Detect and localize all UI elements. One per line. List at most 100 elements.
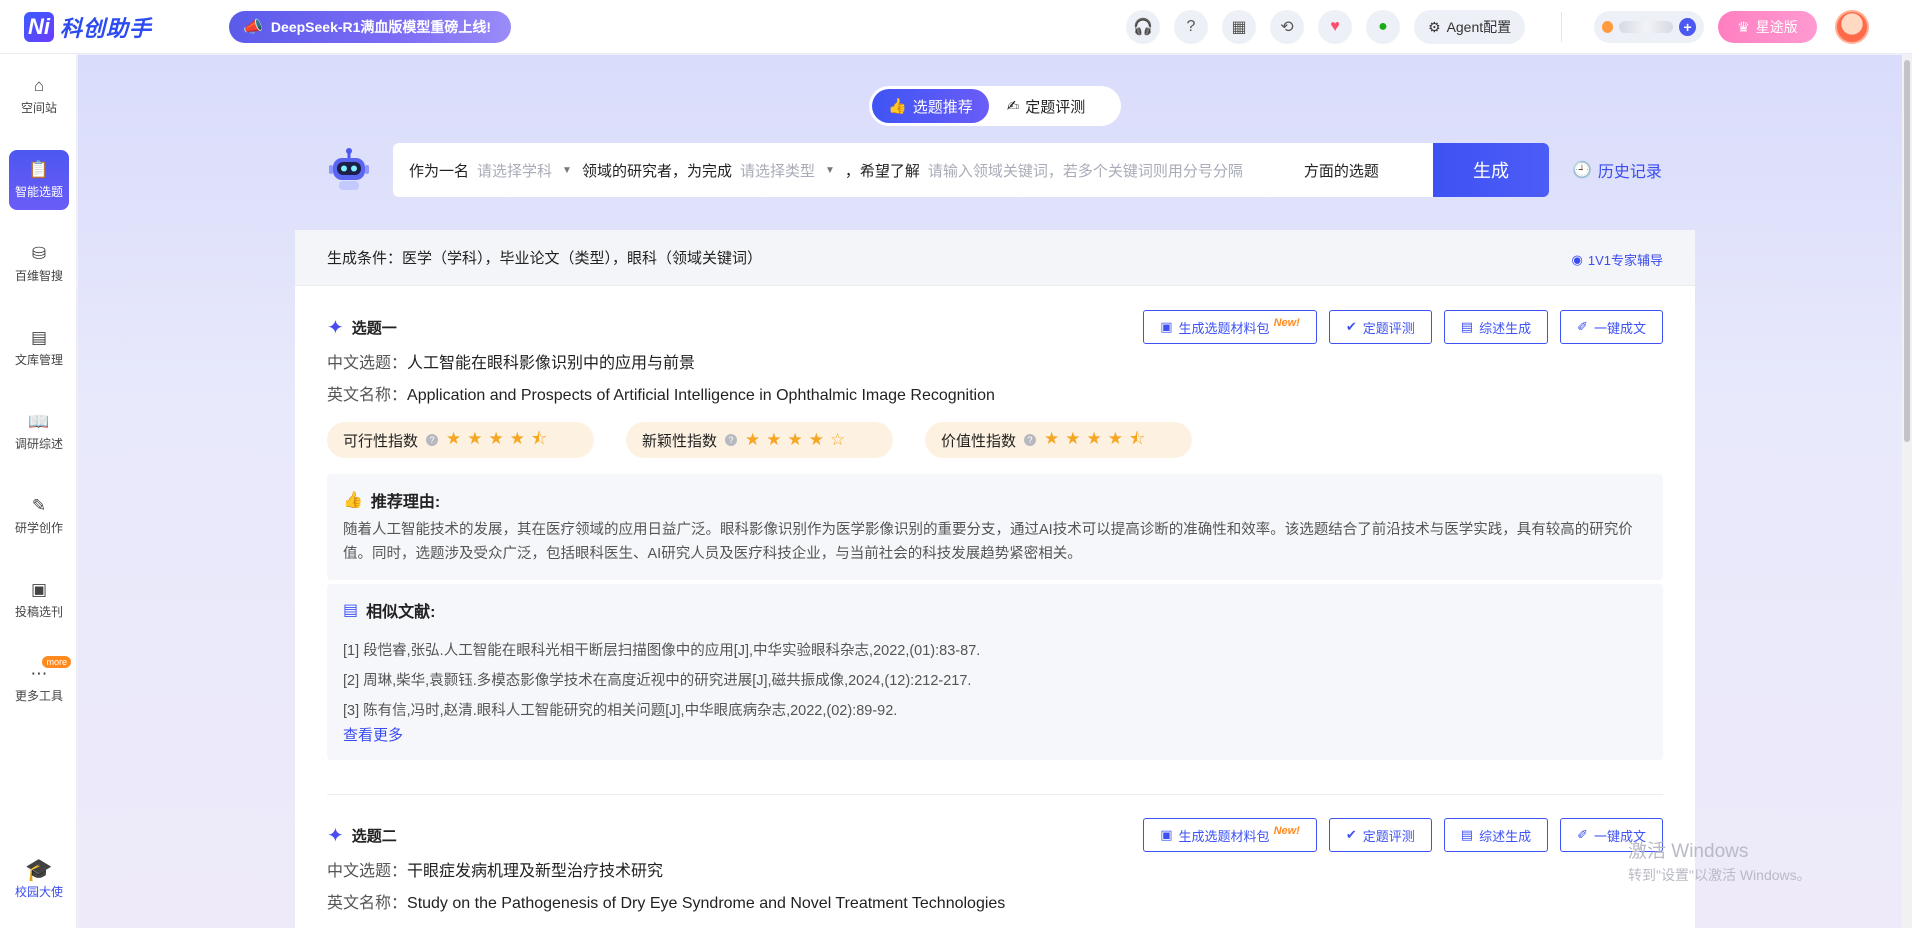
document-icon: ▤ bbox=[1460, 827, 1474, 842]
type-select[interactable]: 请选择类型 bbox=[740, 160, 815, 181]
conditions-text: 生成条件：医学（学科），毕业论文（类型），眼科（领域关键词） bbox=[327, 250, 763, 267]
evaluate-button[interactable]: ✔ 定题评测 bbox=[1328, 818, 1432, 852]
evaluate-button[interactable]: ✔ 定题评测 bbox=[1328, 310, 1432, 344]
chevron-down-icon[interactable]: ▼ bbox=[825, 165, 835, 176]
promo-banner[interactable]: 📣 DeepSeek-R1满血版模型重磅上线! bbox=[229, 10, 512, 43]
wechat-icon[interactable]: ● bbox=[1366, 10, 1400, 44]
novelty-score: 新颖性指数 ? ★★★★☆ bbox=[626, 422, 893, 458]
sidebar-item-label: 研学创作 bbox=[14, 520, 63, 535]
topic-title-text: 选题一 bbox=[351, 319, 397, 337]
logo-icon: Ni bbox=[24, 11, 54, 42]
sidebar-item-label: 调研综述 bbox=[14, 436, 63, 451]
scrollbar-thumb[interactable] bbox=[1904, 60, 1910, 442]
sidebar: ⌂ 空间站 📋 智能选题 ⛁ 百维智搜 ▤ 文库管理 📖 调研综述 ✎ 研学创作… bbox=[0, 54, 77, 928]
english-title: Application and Prospects of Artificial … bbox=[407, 387, 995, 404]
topic-actions: ▣ 生成选题材料包 New! ✔ 定题评测 ▤ 综述生成 ✐ 一键成文 bbox=[1143, 818, 1663, 852]
app-logo[interactable]: Ni 科创助手 bbox=[24, 11, 229, 43]
thumbs-up-icon: 👍 bbox=[888, 98, 907, 115]
agent-config-label: Agent配置 bbox=[1446, 19, 1512, 35]
recommend-reason: 👍 推荐理由: 随着人工智能技术的发展，其在医疗领域的应用日益广泛。眼科影像识别… bbox=[327, 474, 1663, 580]
gear-icon: ⚙ bbox=[1428, 18, 1441, 35]
points-balance[interactable]: + bbox=[1594, 11, 1704, 43]
check-badge-icon: ✔ bbox=[1345, 827, 1357, 842]
agent-config-button[interactable]: ⚙ Agent配置 bbox=[1414, 10, 1526, 44]
generate-button[interactable]: 生成 bbox=[1433, 143, 1549, 197]
subject-select[interactable]: 请选择学科 bbox=[477, 160, 552, 181]
magic-wand-icon: ✐ bbox=[1577, 319, 1588, 334]
button-label: 一键成文 bbox=[1593, 320, 1646, 336]
help-icon[interactable]: ? bbox=[1024, 434, 1037, 446]
journal-icon: ▣ bbox=[30, 579, 48, 599]
help-icon[interactable]: ? bbox=[725, 434, 738, 446]
package-icon: ▣ bbox=[1160, 827, 1173, 842]
check-badge-icon: ✔ bbox=[1345, 319, 1357, 334]
english-title-row: 英文名称：Application and Prospects of Artifi… bbox=[327, 384, 1663, 408]
avatar[interactable] bbox=[1835, 10, 1869, 44]
review-generate-button[interactable]: ▤ 综述生成 bbox=[1443, 310, 1549, 344]
calendar-icon[interactable]: ▦ bbox=[1222, 10, 1256, 44]
mode-tabs: 👍 选题推荐 ✍ 定题评测 bbox=[869, 86, 1121, 126]
list-item[interactable]: [3] 陈有信,冯时,赵清.眼科人工智能研究的相关问题[J],中华眼底病杂志,2… bbox=[343, 696, 1647, 726]
review-generate-button[interactable]: ▤ 综述生成 bbox=[1443, 818, 1549, 852]
history-icon[interactable]: ⟲ bbox=[1270, 10, 1304, 44]
keyword-input[interactable]: 请输入领域关键词，若多个关键词则用分号分隔 bbox=[928, 160, 1298, 181]
tab-topic-evaluate[interactable]: ✍ 定题评测 bbox=[991, 89, 1102, 123]
topic-card: ✦ 选题一 ▣ 生成选题材料包 New! ✔ 定题评测 ▤ 综述生成 ✐ 一键成… bbox=[327, 310, 1663, 760]
help-icon[interactable]: ? bbox=[1174, 10, 1208, 44]
sidebar-item-campus-ambassador[interactable]: 🎓 校园大使 bbox=[9, 850, 69, 910]
topic-actions: ▣ 生成选题材料包 New! ✔ 定题评测 ▤ 综述生成 ✐ 一键成文 bbox=[1143, 310, 1663, 344]
clipboard-icon: 📋 bbox=[28, 159, 50, 179]
new-badge: New! bbox=[1273, 317, 1300, 329]
sidebar-item-journal[interactable]: ▣ 投稿选刊 bbox=[9, 570, 69, 630]
help-icon[interactable]: ? bbox=[426, 434, 439, 446]
top-toolbar: 🎧 ? ▦ ⟲ ♥ ● ⚙ Agent配置 bbox=[1126, 10, 1526, 44]
topic-divider bbox=[327, 794, 1663, 795]
more-badge: more bbox=[42, 656, 71, 668]
headset-icon[interactable]: 🎧 bbox=[1126, 10, 1160, 44]
expert-tutoring-link[interactable]: ◉ 1V1专家辅导 bbox=[1572, 250, 1663, 269]
topic-card: ✦ 选题二 ▣ 生成选题材料包 New! ✔ 定题评测 ▤ 综述生成 ✐ 一键成… bbox=[327, 818, 1663, 916]
prompt-text-1: 作为一名 bbox=[409, 162, 470, 180]
sidebar-item-more-tools[interactable]: more ⋯ 更多工具 bbox=[9, 654, 71, 714]
button-label: 定题评测 bbox=[1362, 320, 1415, 336]
sidebar-item-smart-topic[interactable]: 📋 智能选题 bbox=[9, 150, 69, 210]
sidebar-item-space-station[interactable]: ⌂ 空间站 bbox=[9, 66, 69, 126]
sidebar-item-search[interactable]: ⛁ 百维智搜 bbox=[9, 234, 69, 294]
score-label: 新颖性指数 bbox=[642, 432, 718, 450]
one-click-write-button[interactable]: ✐ 一键成文 bbox=[1560, 310, 1663, 344]
generate-material-button[interactable]: ▣ 生成选题材料包 New! bbox=[1143, 818, 1317, 852]
promo-text: DeepSeek-R1满血版模型重磅上线! bbox=[270, 18, 492, 35]
package-icon: ▣ bbox=[1160, 319, 1173, 334]
sidebar-item-survey[interactable]: 📖 调研综述 bbox=[9, 402, 69, 462]
windows-activation-watermark: 激活 Windows 转到"设置"以激活 Windows。 bbox=[1628, 836, 1811, 885]
sidebar-item-label: 百维智搜 bbox=[14, 268, 63, 283]
list-item[interactable]: [2] 周琳,柴华,袁颢钰.多模态影像学技术在高度近视中的研究进展[J],磁共振… bbox=[343, 666, 1647, 696]
list-item[interactable]: [1] 段恺睿,张弘.人工智能在眼科光相干断层扫描图像中的应用[J],中华实验眼… bbox=[343, 636, 1647, 666]
sidebar-item-writing[interactable]: ✎ 研学创作 bbox=[9, 486, 69, 546]
add-points-icon[interactable]: + bbox=[1679, 18, 1696, 36]
refs-list: [1] 段恺睿,张弘.人工智能在眼科光相干断层扫描图像中的应用[J],中华实验眼… bbox=[343, 636, 1647, 726]
sidebar-item-library[interactable]: ▤ 文库管理 bbox=[9, 318, 69, 378]
chinese-title-row: 中文选题：干眼症发病机理及新型治疗技术研究 bbox=[327, 860, 1663, 884]
vip-button[interactable]: ♛ 星途版 bbox=[1718, 11, 1817, 43]
result-card: 生成条件：医学（学科），毕业论文（类型），眼科（领域关键词） ◉ 1V1专家辅导… bbox=[295, 230, 1695, 928]
chevron-down-icon[interactable]: ▼ bbox=[562, 165, 572, 176]
feasibility-score: 可行性指数 ? ★★★★⯪ bbox=[327, 422, 594, 458]
english-title: Study on the Pathogenesis of Dry Eye Syn… bbox=[407, 895, 1006, 912]
tab-label: 选题推荐 bbox=[912, 98, 973, 116]
home-icon: ⌂ bbox=[33, 75, 45, 95]
tab-topic-recommend[interactable]: 👍 选题推荐 bbox=[872, 89, 989, 123]
evaluate-icon: ✍ bbox=[1006, 98, 1020, 115]
heart-icon[interactable]: ♥ bbox=[1318, 10, 1352, 44]
prompt-text-3: ，希望了解 bbox=[844, 162, 920, 180]
crown-icon: ♛ bbox=[1737, 18, 1750, 35]
chinese-title: 干眼症发病机理及新型治疗技术研究 bbox=[407, 863, 664, 880]
history-link[interactable]: 🕘 历史记录 bbox=[1572, 158, 1662, 182]
search-db-icon: ⛁ bbox=[31, 243, 47, 263]
app-name: 科创助手 bbox=[60, 15, 153, 41]
topic-title-text: 选题二 bbox=[351, 827, 397, 845]
view-more-link[interactable]: 查看更多 bbox=[343, 726, 1647, 746]
generate-material-button[interactable]: ▣ 生成选题材料包 New! bbox=[1143, 310, 1317, 344]
conditions-bar: 生成条件：医学（学科），毕业论文（类型），眼科（领域关键词） ◉ 1V1专家辅导 bbox=[295, 230, 1695, 286]
expert-label: 1V1专家辅导 bbox=[1587, 253, 1663, 268]
